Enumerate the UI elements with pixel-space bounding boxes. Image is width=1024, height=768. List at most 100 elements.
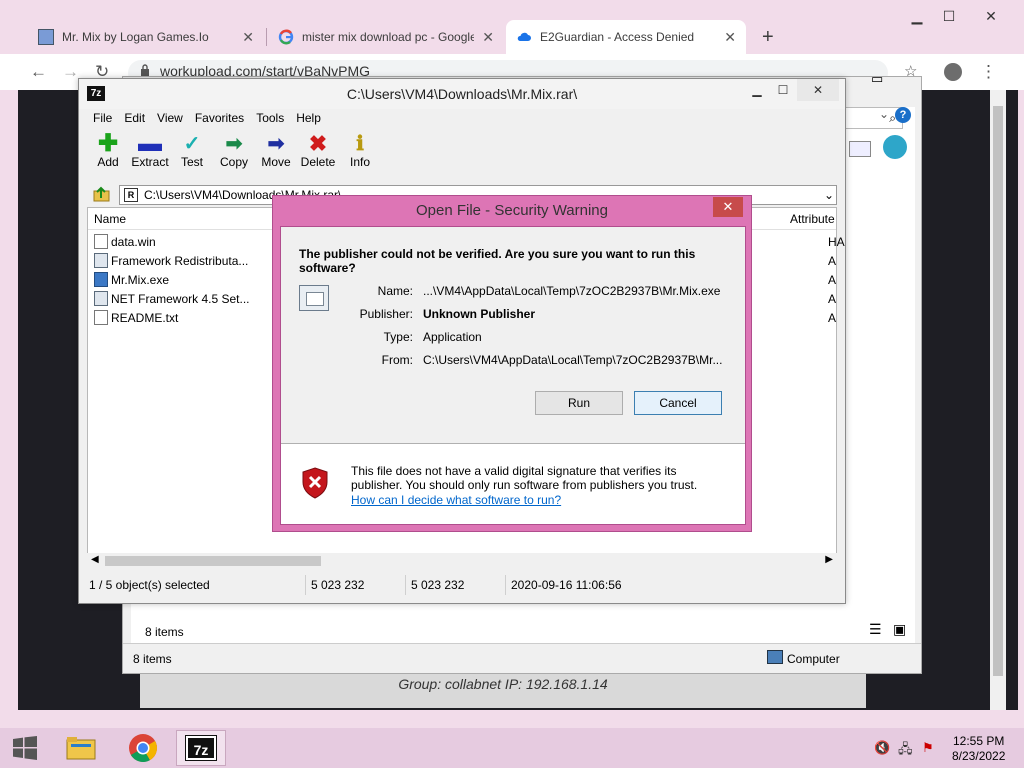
file-name: NET Framework 4.5 Set...: [111, 291, 250, 306]
game-favicon-icon: [38, 29, 54, 45]
move-arrow-icon: ➡: [267, 133, 285, 155]
tool-label: Extract: [131, 155, 169, 169]
scroll-left-icon[interactable]: ◀: [91, 554, 99, 565]
tab-close-icon[interactable]: ✕: [482, 29, 494, 46]
tool-label: Info: [349, 155, 370, 169]
status-separator: [405, 575, 406, 595]
cloud-favicon-icon: [516, 29, 532, 45]
forward-icon[interactable]: →: [62, 62, 79, 82]
tab-close-icon[interactable]: ✕: [242, 29, 254, 46]
windows-logo-icon: [13, 736, 37, 760]
copy-arrow-icon: ➡: [225, 133, 243, 155]
horizontal-scrollbar[interactable]: ◀ ▶: [87, 553, 837, 569]
menu-view[interactable]: View: [151, 109, 189, 129]
google-favicon-icon: [278, 29, 294, 45]
field-label-from: From:: [381, 353, 413, 367]
network-icon[interactable]: 🖧: [898, 740, 913, 762]
menu-help[interactable]: Help: [290, 109, 327, 129]
close-icon[interactable]: ✕: [976, 8, 1006, 25]
search-icon[interactable]: ⌕: [843, 107, 903, 129]
explorer-item-count: 8 items: [133, 652, 172, 666]
folder-up-icon[interactable]: [93, 185, 111, 203]
tab-e2guardian[interactable]: E2Guardian - Access Denied ✕: [506, 20, 746, 54]
check-icon: ✓: [183, 133, 201, 155]
help-link[interactable]: How can I decide what software to run?: [351, 493, 561, 507]
field-value-from: C:\Users\VM4\AppData\Local\Temp\7zOC2B29…: [423, 353, 723, 367]
copy-button[interactable]: ➡ Copy: [213, 133, 255, 177]
sevenzip-taskbar-button[interactable]: 7z: [176, 730, 226, 766]
start-button[interactable]: [0, 730, 50, 766]
chevron-down-icon[interactable]: ⌄: [879, 107, 889, 121]
new-tab-button[interactable]: +: [752, 20, 782, 54]
explorer-minimize-icon[interactable]: ▭: [871, 71, 883, 87]
field-value-publisher: Unknown Publisher: [423, 307, 536, 321]
explorer-location: Computer: [787, 652, 840, 666]
info-button[interactable]: ℹ Info: [339, 133, 381, 177]
group-ip-text: Group: collabnet IP: 192.168.1.14: [398, 676, 608, 692]
sevenzip-minimize-icon[interactable]: ▁: [743, 79, 771, 101]
group-ip-banner: Group: collabnet IP: 192.168.1.14: [140, 672, 866, 708]
menu-tools[interactable]: Tools: [250, 109, 290, 129]
file-attr: A: [828, 254, 837, 268]
taskbar-clock[interactable]: 12:55 PM 8/23/2022: [952, 734, 1005, 764]
address-dropdown-icon[interactable]: ⌄: [824, 186, 834, 204]
sevenzip-titlebar: 7z C:\Users\VM4\Downloads\Mr.Mix.rar\: [79, 79, 845, 109]
details-view-icon[interactable]: ☰: [869, 621, 882, 638]
sevenzip-close-icon[interactable]: ✕: [797, 79, 839, 101]
menu-file[interactable]: File: [87, 109, 118, 129]
maximize-icon[interactable]: ☐: [934, 8, 964, 25]
security-warning-dialog: Open File - Security Warning ✕ The publi…: [272, 195, 752, 532]
run-button[interactable]: Run: [535, 391, 623, 415]
move-button[interactable]: ➡ Move: [255, 133, 297, 177]
file-row[interactable]: data.win: [94, 232, 156, 251]
tab-google-search[interactable]: mister mix download pc - Google ✕: [268, 20, 504, 54]
back-icon[interactable]: ←: [30, 62, 47, 82]
status-separator: [505, 575, 506, 595]
sevenzip-app-icon: 7z: [87, 86, 105, 101]
menu-favorites[interactable]: Favorites: [189, 109, 250, 129]
action-center-flag-icon[interactable]: ⚑: [922, 740, 934, 756]
clock-time: 12:55 PM: [953, 734, 1005, 748]
chrome-taskbar-button[interactable]: [118, 730, 168, 766]
dialog-close-button[interactable]: ✕: [713, 197, 743, 217]
menu-edit[interactable]: Edit: [118, 109, 151, 129]
extract-button[interactable]: ▬ Extract: [129, 132, 171, 177]
cancel-button[interactable]: Cancel: [634, 391, 722, 415]
tab-mr-mix[interactable]: Mr. Mix by Logan Games.Io ✕: [28, 20, 264, 54]
scrollbar-thumb[interactable]: [105, 556, 321, 566]
view-pane-icon[interactable]: [849, 141, 871, 157]
delete-button[interactable]: ✖ Delete: [297, 133, 339, 177]
minimize-icon[interactable]: ▁: [902, 8, 932, 25]
column-name[interactable]: Name: [94, 212, 126, 226]
volume-muted-icon[interactable]: 🔇: [874, 740, 890, 756]
field-value-type: Application: [423, 330, 482, 344]
test-button[interactable]: ✓ Test: [171, 133, 213, 177]
field-label-publisher: Publisher:: [359, 307, 413, 321]
help-icon[interactable]: ?: [895, 107, 911, 123]
plus-icon: ✚: [97, 130, 119, 157]
tab-title: mister mix download pc - Google: [302, 30, 475, 44]
file-explorer-taskbar-button[interactable]: [56, 730, 106, 766]
archive-icon: R: [124, 188, 138, 202]
sevenzip-maximize-icon[interactable]: ☐: [769, 79, 797, 101]
file-row[interactable]: NET Framework 4.5 Set...: [94, 289, 250, 308]
large-icons-view-icon[interactable]: ▣: [893, 621, 906, 638]
tab-close-icon[interactable]: ✕: [724, 29, 736, 46]
column-attributes[interactable]: Attribute: [790, 212, 835, 226]
add-button[interactable]: ✚ Add: [87, 130, 129, 177]
dialog-top-section: The publisher could not be verified. Are…: [281, 227, 745, 443]
profile-avatar-icon[interactable]: [944, 63, 962, 81]
file-row[interactable]: README.txt: [94, 308, 178, 327]
globe-icon[interactable]: [883, 135, 907, 159]
file-row[interactable]: Framework Redistributa...: [94, 251, 248, 270]
dialog-divider: [281, 443, 745, 444]
sevenzip-toolbar: ✚ Add ▬ Extract ✓ Test ➡ Copy ➡ Move ✖ D…: [87, 130, 381, 177]
sevenzip-icon: 7z: [185, 735, 217, 761]
menu-kebab-icon[interactable]: ⋮: [980, 62, 997, 82]
page-scrollbar[interactable]: [990, 90, 1006, 710]
scrollbar-thumb[interactable]: [993, 106, 1003, 676]
scroll-right-icon[interactable]: ▶: [825, 554, 833, 565]
file-name: Mr.Mix.exe: [111, 272, 170, 287]
status-size: 5 023 232: [311, 578, 365, 592]
file-row[interactable]: Mr.Mix.exe: [94, 270, 169, 289]
